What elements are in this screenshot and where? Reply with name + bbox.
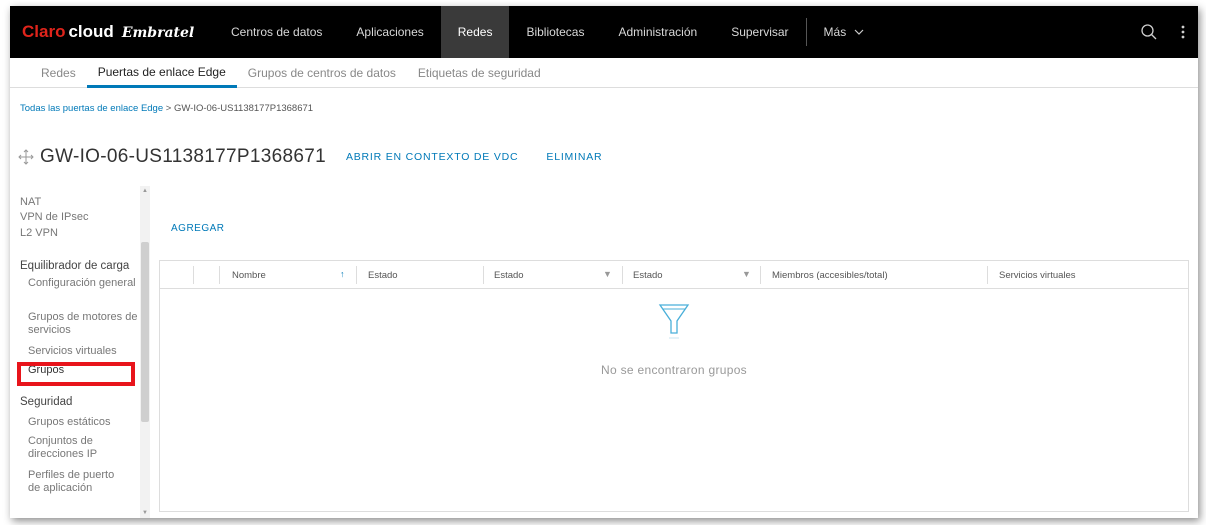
sidebar-item-app-port-profiles[interactable]: Perfiles de puerto de aplicación [10,469,128,495]
delete-button[interactable]: ELIMINAR [546,151,602,163]
sidebar-scroll-thumb[interactable] [141,242,149,422]
column-separator [760,266,761,284]
brand-embratel: Embratel [121,25,195,41]
column-header-nombre[interactable]: Nombre [232,261,266,289]
filter-funnel-icon [658,304,690,339]
search-icon[interactable] [1140,23,1158,41]
nav-supervisar[interactable]: Supervisar [714,6,805,58]
sort-ascending-icon[interactable]: ↑ [340,269,345,279]
sidebar-item-static-groups[interactable]: Grupos estáticos [10,416,111,429]
add-button[interactable]: AGREGAR [171,223,225,234]
column-header-servicios-virtuales[interactable]: Servicios virtuales [999,261,1076,289]
column-separator [483,266,484,284]
chevron-down-icon [854,29,864,35]
column-header-estado-1[interactable]: Estado [368,261,398,289]
datagrid-header: Nombre ↑ Estado Estado ▼ Estado ▼ Miembr… [160,261,1188,289]
brand-claro: Claro [22,22,66,41]
sidebar-item-virtual-services[interactable]: Servicios virtuales [10,345,117,358]
breadcrumb-current: GW-IO-06-US1138177P1368671 [173,103,314,114]
empty-state: No se encontraron grupos [160,301,1188,377]
sidebar-item-ipsec-vpn[interactable]: VPN de IPsec [10,211,88,224]
empty-state-message: No se encontraron grupos [601,363,747,377]
open-in-vdc-context-button[interactable]: ABRIR EN CONTEXTO DE VDC [346,151,518,163]
column-separator [356,266,357,284]
nav-more-label: Más [823,25,847,39]
sidebar-item-general-config[interactable]: Configuración general [10,277,140,290]
edge-gateway-icon [18,149,34,165]
title-actions: ABRIR EN CONTEXTO DE VDC ELIMINAR [346,151,602,163]
nav-aplicaciones[interactable]: Aplicaciones [339,6,440,58]
sidebar-item-l2-vpn[interactable]: L2 VPN [10,227,58,240]
column-separator [622,266,623,284]
sidebar-item-service-engine-groups[interactable]: Grupos de motores de servicios [10,311,142,337]
tab-etiquetas-de-seguridad[interactable]: Etiquetas de seguridad [407,58,552,88]
nav-items: Centros de datos Aplicaciones Redes Bibl… [214,6,881,58]
nav-administracion[interactable]: Administración [601,6,714,58]
sub-navigation: Redes Puertas de enlace Edge Grupos de c… [10,58,1198,88]
column-header-miembros[interactable]: Miembros (accesibles/total) [772,261,888,289]
sidebar-scrollbar[interactable]: ▲ ▼ [140,186,150,518]
filter-icon[interactable]: ▼ [742,269,751,279]
column-separator [219,266,220,284]
tab-grupos-de-centros-de-datos[interactable]: Grupos de centros de datos [237,58,407,88]
filter-icon[interactable]: ▼ [603,269,612,279]
page-header: GW-IO-06-US1138177P1368671 ABRIR EN CONT… [18,146,602,168]
column-separator [987,266,988,284]
column-header-estado-2[interactable]: Estado [494,261,524,289]
page-title: GW-IO-06-US1138177P1368671 [40,146,326,167]
scroll-down-icon[interactable]: ▼ [142,510,148,516]
app-window: Claro cloud Embratel Centros de datos Ap… [10,6,1198,518]
tab-redes[interactable]: Redes [30,58,87,88]
column-header-estado-3[interactable]: Estado [633,261,663,289]
sidebar-item-nat[interactable]: NAT [10,196,41,209]
nav-more-menu[interactable]: Más [807,6,882,58]
sidebar: NAT VPN de IPsec L2 VPN Equilibrador de … [10,186,150,518]
nav-centros-de-datos[interactable]: Centros de datos [214,6,339,58]
sidebar-item-ip-sets[interactable]: Conjuntos de direcciones IP [10,435,120,461]
column-separator [193,266,194,284]
annotation-highlight-box [17,362,135,386]
brand-logo[interactable]: Claro cloud Embratel [22,22,194,42]
nav-redes[interactable]: Redes [440,6,510,58]
nav-bibliotecas[interactable]: Bibliotecas [509,6,601,58]
tab-puertas-de-enlace-edge[interactable]: Puertas de enlace Edge [86,58,237,88]
breadcrumb: Todas las puertas de enlace Edge > GW-IO… [20,103,313,114]
sidebar-group-load-balancer: Equilibrador de carga [20,260,130,272]
sidebar-group-security: Seguridad [20,396,73,408]
nav-right-tools [1140,6,1186,58]
top-navigation: Claro cloud Embratel Centros de datos Ap… [10,6,1198,58]
brand-cloud: cloud [68,22,114,41]
breadcrumb-separator: > [165,103,172,114]
scroll-up-icon[interactable]: ▲ [142,188,148,194]
breadcrumb-root-link[interactable]: Todas las puertas de enlace Edge [20,103,163,114]
more-options-icon[interactable] [1180,24,1186,40]
pools-datagrid: Nombre ↑ Estado Estado ▼ Estado ▼ Miembr… [159,260,1189,512]
